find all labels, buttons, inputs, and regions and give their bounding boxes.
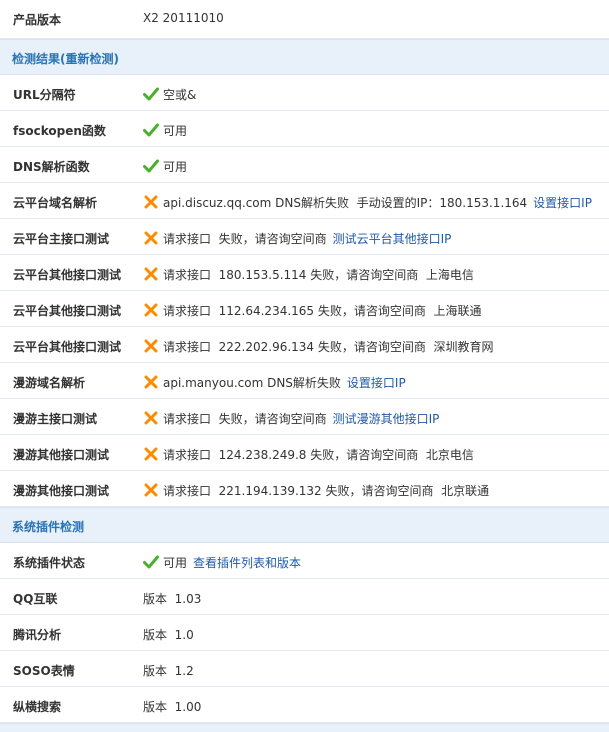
check-result: 请求接口 112.64.234.165 失败，请咨询空间商 上海联通 [143, 302, 482, 319]
check-result: 版本 1.00 [143, 698, 201, 715]
check-label: 漫游域名解析 [13, 376, 86, 390]
check-result: api.discuz.qq.com DNS解析失败 手动设置的IP：180.15… [143, 194, 592, 211]
result-link[interactable]: 查看插件列表和版本 [193, 556, 301, 570]
check-row: 云平台其他接口测试 请求接口 222.202.96.134 失败，请咨询空间商 深… [0, 327, 609, 363]
check-row: SOSO表情 版本 1.2 [0, 651, 609, 687]
check-result: 请求接口 124.238.249.8 失败，请咨询空间商 北京电信 [143, 446, 474, 463]
check-label: DNS解析函数 [13, 160, 90, 174]
check-row: DNS解析函数 可用 [0, 147, 609, 183]
table-footer [0, 723, 609, 732]
check-label: 云平台主接口测试 [13, 232, 110, 246]
check-row: 云平台其他接口测试 请求接口 180.153.5.114 失败，请咨询空间商 上海… [0, 255, 609, 291]
section-header: 检测结果(重新检测) [0, 39, 609, 75]
check-row: 系统插件状态 可用 查看插件列表和版本 [0, 543, 609, 579]
check-fail-icon [143, 375, 159, 389]
check-row: 漫游域名解析 api.manyou.com DNS解析失败 设置接口IP [0, 363, 609, 399]
check-label: 纵横搜索 [13, 700, 62, 714]
check-result: 空或& [143, 86, 196, 103]
result-text: 空或& [163, 88, 197, 102]
check-label: 云平台其他接口测试 [13, 340, 122, 354]
result-text: 请求接口 124.238.249.8 失败，请咨询空间商 北京电信 [163, 448, 474, 462]
section-header: 系统插件检测 [0, 507, 609, 543]
result-text: 请求接口 112.64.234.165 失败，请咨询空间商 上海联通 [163, 304, 482, 318]
check-row: 纵横搜索 版本 1.00 [0, 687, 609, 723]
check-result: 版本 1.03 [143, 590, 201, 607]
section-title[interactable]: 检测结果(重新检测) [12, 50, 119, 67]
check-row: 云平台其他接口测试 请求接口 112.64.234.165 失败，请咨询空间商 上… [0, 291, 609, 327]
check-fail-icon [143, 483, 159, 497]
result-text: 请求接口 失败，请咨询空间商 [163, 232, 327, 246]
check-fail-icon [143, 411, 159, 425]
check-ok-icon [143, 123, 159, 137]
check-result: 请求接口 失败，请咨询空间商 测试云平台其他接口IP [143, 230, 451, 247]
check-ok-icon [143, 555, 159, 569]
diagnostics-table: 产品版本 X2 20111010 检测结果(重新检测) URL分隔符 空或& fsoc… [0, 0, 609, 732]
check-fail-icon [143, 231, 159, 245]
check-result: 版本 1.0 [143, 626, 194, 643]
check-label: 云平台其他接口测试 [13, 304, 122, 318]
check-result: 请求接口 失败，请咨询空间商 测试漫游其他接口IP [143, 410, 439, 427]
result-text: api.manyou.com DNS解析失败 [163, 376, 341, 390]
check-row: URL分隔符 空或& [0, 75, 609, 111]
result-text: 可用 [163, 556, 188, 570]
check-row: 漫游主接口测试 请求接口 失败，请咨询空间商 测试漫游其他接口IP [0, 399, 609, 435]
check-label: fsockopen函数 [13, 124, 106, 138]
check-ok-icon [143, 87, 159, 101]
check-row: 云平台主接口测试 请求接口 失败，请咨询空间商 测试云平台其他接口IP [0, 219, 609, 255]
result-text: 可用 [163, 124, 188, 138]
product-version-label: 产品版本 [13, 13, 62, 27]
check-label: SOSO表情 [13, 664, 75, 678]
check-row: 漫游其他接口测试 请求接口 221.194.139.132 失败，请咨询空间商 北… [0, 471, 609, 507]
check-fail-icon [143, 447, 159, 461]
check-label: 漫游主接口测试 [13, 412, 98, 426]
check-label: 漫游其他接口测试 [13, 448, 110, 462]
check-result: 版本 1.2 [143, 662, 194, 679]
check-label: 腾讯分析 [13, 628, 62, 642]
result-text: 版本 1.00 [143, 700, 202, 714]
result-text: 请求接口 221.194.139.132 失败，请咨询空间商 北京联通 [163, 484, 490, 498]
check-result: 可用 [143, 122, 187, 139]
result-text: 版本 1.0 [143, 628, 194, 642]
check-result: 请求接口 180.153.5.114 失败，请咨询空间商 上海电信 [143, 266, 474, 283]
result-text: 版本 1.03 [143, 592, 202, 606]
check-label: 系统插件状态 [13, 556, 86, 570]
result-link[interactable]: 设置接口IP [347, 376, 406, 390]
check-row: 腾讯分析 版本 1.0 [0, 615, 609, 651]
result-link[interactable]: 测试云平台其他接口IP [333, 232, 452, 246]
check-fail-icon [143, 267, 159, 281]
result-text: api.discuz.qq.com DNS解析失败 手动设置的IP：180.15… [163, 196, 528, 210]
check-row: fsockopen函数 可用 [0, 111, 609, 147]
check-label: 云平台域名解析 [13, 196, 98, 210]
check-label: 云平台其他接口测试 [13, 268, 122, 282]
result-text: 请求接口 失败，请咨询空间商 [163, 412, 327, 426]
check-row: 漫游其他接口测试 请求接口 124.238.249.8 失败，请咨询空间商 北京电… [0, 435, 609, 471]
check-result: api.manyou.com DNS解析失败 设置接口IP [143, 374, 406, 391]
check-result: 可用 [143, 158, 187, 175]
check-result: 可用 查看插件列表和版本 [143, 554, 301, 571]
check-fail-icon [143, 339, 159, 353]
check-row: 云平台域名解析 api.discuz.qq.com DNS解析失败 手动设置的IP… [0, 183, 609, 219]
check-fail-icon [143, 303, 159, 317]
check-result: 请求接口 222.202.96.134 失败，请咨询空间商 深圳教育网 [143, 338, 494, 355]
check-result: 请求接口 221.194.139.132 失败，请咨询空间商 北京联通 [143, 482, 489, 499]
result-link[interactable]: 设置接口IP [533, 196, 592, 210]
product-version-row: 产品版本 X2 20111010 [0, 0, 609, 39]
result-text: 请求接口 222.202.96.134 失败，请咨询空间商 深圳教育网 [163, 340, 494, 354]
check-label: 漫游其他接口测试 [13, 484, 110, 498]
check-label: QQ互联 [13, 592, 58, 606]
result-text: 请求接口 180.153.5.114 失败，请咨询空间商 上海电信 [163, 268, 474, 282]
result-text: 版本 1.2 [143, 664, 194, 678]
section-title[interactable]: 系统插件检测 [12, 518, 84, 535]
product-version-value: X2 20111010 [143, 11, 224, 25]
result-link[interactable]: 测试漫游其他接口IP [333, 412, 440, 426]
result-text: 可用 [163, 160, 188, 174]
check-label: URL分隔符 [13, 88, 76, 102]
check-ok-icon [143, 159, 159, 173]
check-fail-icon [143, 195, 159, 209]
check-row: QQ互联 版本 1.03 [0, 579, 609, 615]
